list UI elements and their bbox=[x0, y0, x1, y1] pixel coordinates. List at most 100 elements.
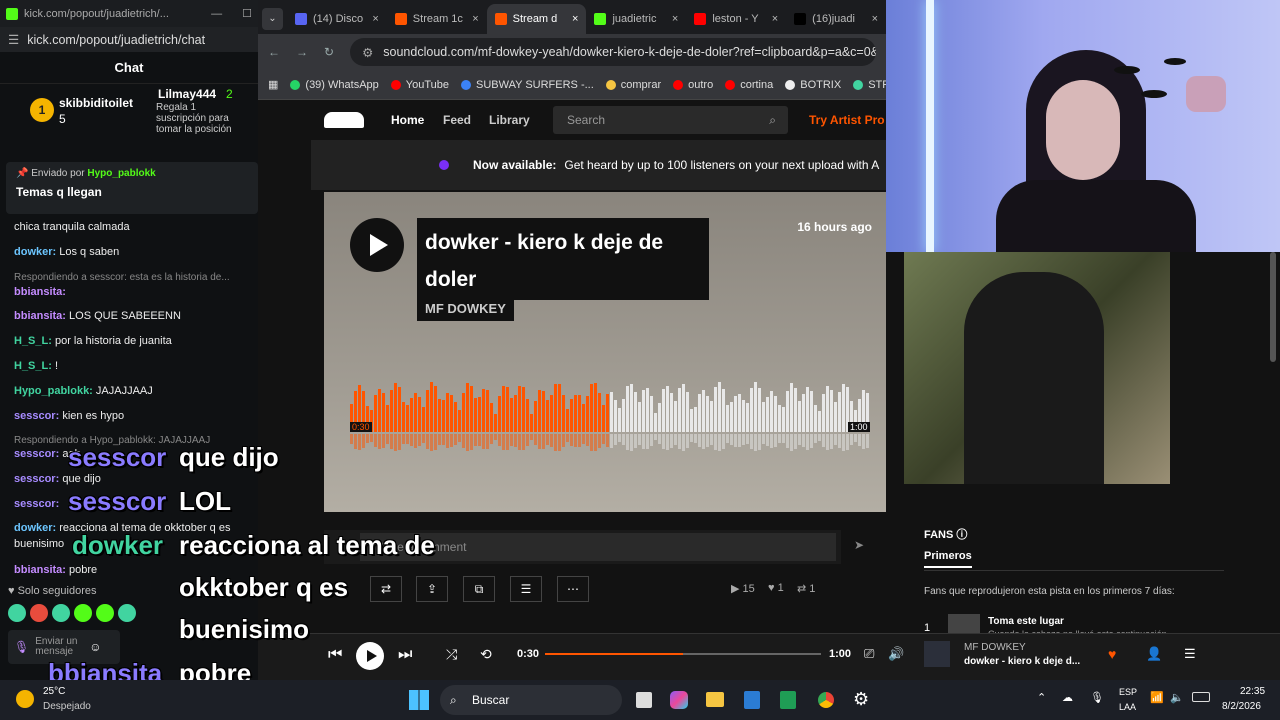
browser-tab[interactable]: Stream d × bbox=[486, 4, 587, 34]
emoji-icon[interactable]: ☺ bbox=[89, 640, 101, 654]
chat-username[interactable]: dowker: bbox=[14, 246, 56, 258]
chat-message[interactable]: H_S_L: por la historia de juanita bbox=[0, 329, 258, 353]
fan-track[interactable]: Toma este lugar bbox=[988, 616, 1064, 627]
chat-username[interactable]: dowker: bbox=[14, 522, 56, 534]
progress-track[interactable] bbox=[545, 653, 821, 655]
fans-tab-first[interactable]: Primeros bbox=[924, 550, 972, 568]
bookmark-item[interactable]: cortina bbox=[725, 79, 773, 91]
search-icon[interactable]: ⌕ bbox=[769, 106, 776, 134]
bookmark-item[interactable]: STR bbox=[853, 79, 886, 91]
file-explorer-icon[interactable] bbox=[706, 692, 724, 707]
try-artist-pro-link[interactable]: Try Artist Pro bbox=[809, 113, 885, 127]
browser-tab[interactable]: leston - Y × bbox=[686, 4, 786, 34]
maximize-icon[interactable]: ☐ bbox=[242, 7, 252, 20]
chat-username[interactable]: H_S_L: bbox=[14, 335, 52, 347]
top-user-1-name[interactable]: skibbiditoilet bbox=[59, 96, 133, 110]
lang-bottom[interactable]: LAA bbox=[1119, 702, 1136, 712]
weather-temp[interactable]: 25°C bbox=[43, 686, 65, 697]
minimize-icon[interactable]: — bbox=[211, 8, 222, 20]
queue-icon[interactable]: ☰ bbox=[1184, 646, 1196, 662]
chat-username[interactable]: sesscor: bbox=[14, 473, 59, 485]
tab-close-icon[interactable]: × bbox=[372, 13, 378, 25]
emote-icon[interactable] bbox=[74, 604, 92, 622]
chat-username[interactable]: sesscor: bbox=[14, 448, 59, 460]
site-info-icon[interactable]: ⚙ bbox=[362, 45, 373, 60]
browser-tab[interactable]: (16)juadi × bbox=[786, 4, 886, 34]
tab-close-icon[interactable]: × bbox=[872, 13, 878, 25]
tray-chevron-icon[interactable]: ⌃ bbox=[1037, 691, 1046, 704]
player-artist[interactable]: MF DOWKEY bbox=[964, 642, 1026, 653]
back-icon[interactable]: ← bbox=[268, 45, 280, 59]
wifi-icon[interactable]: 📶 bbox=[1150, 691, 1164, 704]
site-settings-icon[interactable]: ☰ bbox=[8, 32, 19, 47]
lang-top[interactable]: ESP bbox=[1119, 687, 1137, 697]
chat-username[interactable]: sesscor: bbox=[14, 498, 59, 510]
url-field[interactable]: ⚙ soundcloud.com/mf-dowkey-yeah/dowker-k… bbox=[350, 38, 876, 66]
more-button[interactable]: ⋯ bbox=[557, 576, 589, 602]
battery-icon[interactable] bbox=[1192, 692, 1210, 702]
player-title[interactable]: dowker - kiero k deje d... bbox=[964, 656, 1080, 667]
copy-link-button[interactable]: ⧉ bbox=[463, 576, 495, 602]
bookmark-item[interactable]: (39) WhatsApp bbox=[290, 79, 379, 91]
info-icon[interactable]: ⓘ bbox=[956, 529, 967, 541]
shuffle-icon[interactable]: ⤮ bbox=[446, 646, 457, 663]
chat-message[interactable]: bbiansita: bbox=[0, 280, 258, 304]
windows-start-icon[interactable] bbox=[409, 690, 429, 710]
bookmark-item[interactable]: outro bbox=[673, 79, 713, 91]
chat-message[interactable]: Hypo_pablokk: JAJAJJAAJ bbox=[0, 379, 258, 403]
nav-feed[interactable]: Feed bbox=[443, 113, 471, 127]
tab-close-icon[interactable]: × bbox=[472, 13, 478, 25]
bookmark-item[interactable]: YouTube bbox=[390, 79, 449, 91]
chat-message[interactable]: chica tranquila calmada bbox=[0, 215, 258, 239]
player-artwork[interactable] bbox=[924, 641, 950, 667]
emote-icon[interactable] bbox=[118, 604, 136, 622]
apps-icon[interactable]: ▦ bbox=[268, 78, 278, 91]
bookmark-item[interactable]: SUBWAY SURFERS -... bbox=[461, 79, 594, 91]
kick-url-bar[interactable]: ☰ kick.com/popout/juadietrich/chat bbox=[0, 27, 258, 52]
browser-tab[interactable]: juadietric × bbox=[586, 4, 686, 34]
tray-cloud-icon[interactable]: ☁ bbox=[1062, 691, 1073, 704]
bookmark-item[interactable]: comprar bbox=[605, 79, 661, 91]
chat-username[interactable]: Hypo_pablokk: bbox=[14, 385, 93, 397]
copilot-icon[interactable] bbox=[670, 691, 688, 709]
emote-icon[interactable] bbox=[52, 604, 70, 622]
chat-username[interactable]: bbiansita: bbox=[14, 564, 66, 576]
previous-icon[interactable]: ⏮ bbox=[328, 646, 342, 664]
nav-library[interactable]: Library bbox=[489, 113, 530, 127]
tray-mic-icon[interactable]: 🎙 bbox=[1090, 691, 1104, 704]
chat-username[interactable]: bbiansita: bbox=[14, 286, 66, 298]
tab-close-icon[interactable]: × bbox=[672, 13, 678, 25]
word-icon[interactable] bbox=[744, 691, 760, 709]
play-button[interactable] bbox=[350, 218, 404, 272]
chat-username[interactable]: H_S_L: bbox=[14, 360, 52, 372]
volume-icon[interactable]: 🔊 bbox=[888, 646, 904, 662]
artist-name[interactable]: MF DOWKEY bbox=[417, 296, 514, 321]
next-icon[interactable]: ⏭ bbox=[398, 646, 412, 664]
excel-icon[interactable] bbox=[780, 691, 796, 709]
clock-date[interactable]: 8/2/2026 bbox=[1222, 701, 1261, 712]
chat-message[interactable]: H_S_L: ! bbox=[0, 354, 258, 378]
browser-tab[interactable]: (14) Disco × bbox=[287, 4, 387, 34]
emote-icon[interactable] bbox=[96, 604, 114, 622]
share-button[interactable]: ⇪ bbox=[416, 576, 448, 602]
scrollbar[interactable] bbox=[1270, 252, 1276, 362]
mic-icon[interactable]: 🎙 bbox=[14, 640, 29, 654]
clock-time[interactable]: 22:35 bbox=[1240, 686, 1265, 697]
waveform[interactable] bbox=[350, 372, 870, 432]
speaker-icon[interactable]: 🔈 bbox=[1170, 691, 1184, 704]
pinned-message[interactable]: 📌 Enviado por Hypo_pablokk Temas q llega… bbox=[6, 162, 258, 214]
bookmark-item[interactable]: BOTRIX bbox=[785, 79, 841, 91]
like-heart-icon[interactable]: ♥ bbox=[1108, 646, 1116, 662]
tab-list-icon[interactable]: ⌄ bbox=[262, 8, 283, 30]
emote-icon[interactable] bbox=[8, 604, 26, 622]
player-play-button[interactable] bbox=[356, 642, 384, 670]
chat-message[interactable]: dowker: Los q saben bbox=[0, 240, 258, 264]
reload-icon[interactable]: ↻ bbox=[324, 45, 334, 59]
task-view-icon[interactable] bbox=[636, 692, 652, 708]
top-user-2-name[interactable]: Lilmay444 bbox=[158, 87, 216, 101]
tab-close-icon[interactable]: × bbox=[772, 13, 778, 25]
chat-username[interactable]: bbiansita: bbox=[14, 310, 66, 322]
nav-home[interactable]: Home bbox=[391, 113, 424, 127]
chrome-icon[interactable] bbox=[816, 690, 836, 710]
soundcloud-logo-icon[interactable] bbox=[324, 112, 364, 128]
